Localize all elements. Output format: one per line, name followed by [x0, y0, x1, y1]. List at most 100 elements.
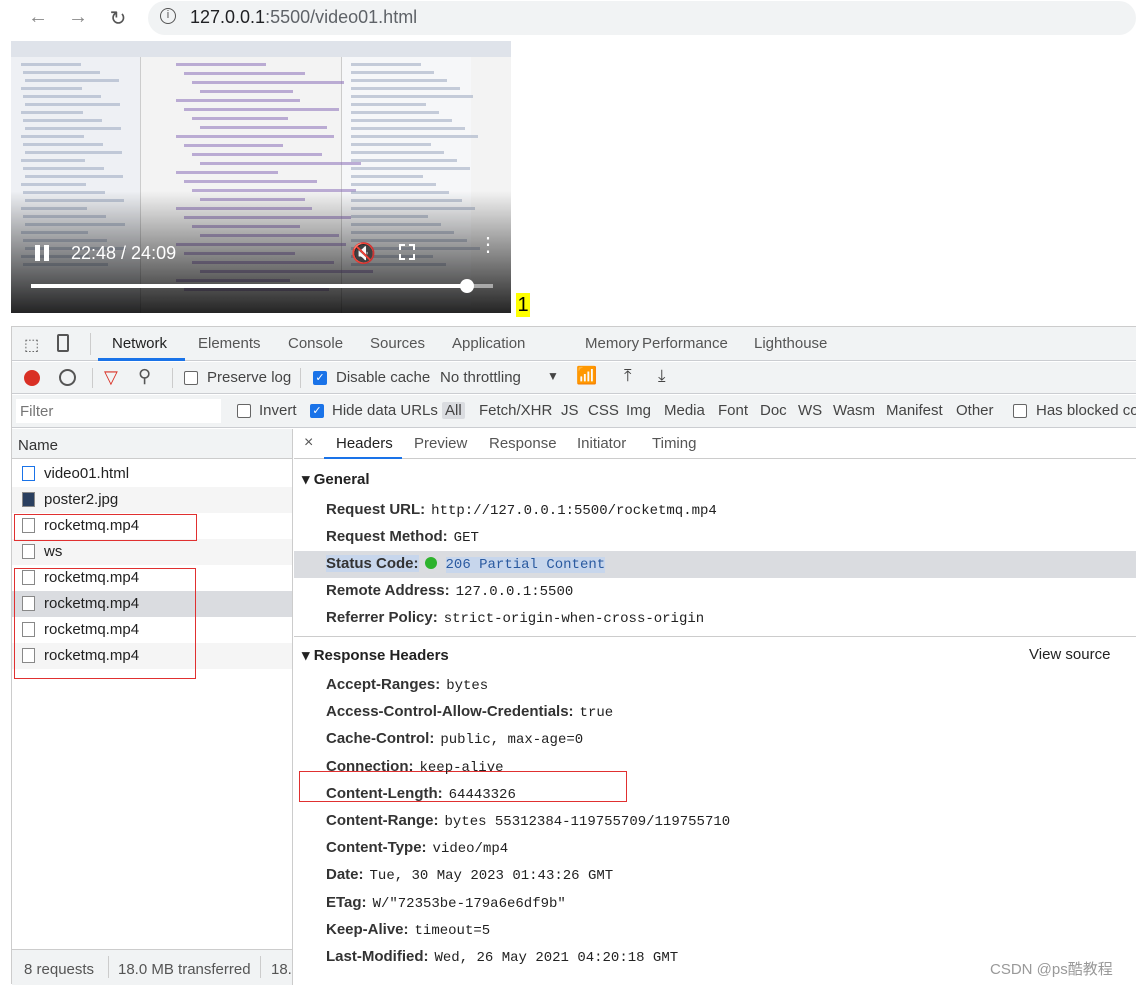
video-seek-bar[interactable] [31, 279, 493, 293]
header-key: Remote Address: [326, 582, 450, 599]
header-key: Status Code: [326, 555, 419, 572]
filter-type-font[interactable]: Font [718, 402, 748, 419]
filter-icon[interactable]: ▽ [104, 367, 118, 388]
general-row: Request Method: GET [326, 528, 479, 546]
video-time: 22:48 / 24:09 [71, 243, 177, 263]
filter-type-other[interactable]: Other [956, 402, 994, 419]
forward-icon[interactable]: → [66, 6, 90, 29]
devtools-tabbar: ⬚ Network Elements Console Sources Applicati… [12, 327, 1136, 361]
network-conditions-icon[interactable]: 📶 [576, 366, 597, 386]
throttling-select[interactable]: No throttling [440, 369, 521, 386]
header-key: Date: [326, 866, 364, 884]
filter-type-fetch-xhr[interactable]: Fetch/XHR [479, 402, 552, 419]
response-headers-toggle[interactable]: ▾ Response Headers [302, 646, 449, 664]
preserve-log-checkbox[interactable] [184, 371, 198, 385]
response-header-row: Content-Length: 64443326 [326, 785, 516, 803]
back-icon[interactable]: ← [26, 6, 50, 29]
header-key: Cache-Control: [326, 730, 435, 748]
response-header-row: Last-Modified: Wed, 26 May 2021 04:20:18 … [326, 948, 678, 966]
search-icon[interactable]: ⚲ [138, 366, 151, 387]
tab-network[interactable]: Network [112, 335, 167, 352]
header-value: Wed, 26 May 2021 04:20:18 GMT [434, 950, 679, 966]
tab-memory[interactable]: Memory [585, 335, 639, 352]
tab-performance[interactable]: Performance [642, 335, 728, 352]
general-row: Remote Address: 127.0.0.1:5500 [326, 582, 573, 600]
preserve-log-label: Preserve log [207, 369, 292, 386]
view-source-link[interactable]: View source [1029, 646, 1110, 663]
header-value: GET [453, 530, 479, 546]
url-path: :5500/video01.html [265, 7, 418, 27]
request-name: ws [44, 543, 63, 560]
filter-type-doc[interactable]: Doc [760, 402, 787, 419]
header-key: Request Method: [326, 528, 448, 545]
request-name: video01.html [44, 465, 130, 482]
clear-icon[interactable] [59, 369, 76, 386]
tab-application[interactable]: Application [452, 335, 525, 352]
header-value: keep-alive [419, 759, 504, 776]
response-header-row: Keep-Alive: timeout=5 [326, 921, 490, 939]
request-details: × Headers Preview Response Initiator Timing … [294, 429, 1136, 985]
hide-data-urls-checkbox[interactable]: ✓ [310, 404, 324, 418]
hide-data-urls-label: Hide data URLs [332, 402, 438, 419]
header-value: strict-origin-when-cross-origin [443, 611, 705, 627]
video-player[interactable]: 22:48 / 24:09 🔇 ⋮ [11, 41, 511, 313]
request-row[interactable]: video01.html [12, 461, 292, 487]
response-header-row: Access-Control-Allow-Credentials: true [326, 703, 613, 721]
header-value: Tue, 30 May 2023 01:43:26 GMT [369, 868, 614, 885]
tab-elements[interactable]: Elements [198, 335, 261, 352]
request-row[interactable]: ws [12, 539, 292, 565]
devtools-panel: ⬚ Network Elements Console Sources Applicati… [11, 326, 1136, 985]
general-section-toggle[interactable]: ▾ General [302, 470, 370, 488]
tab-console[interactable]: Console [288, 335, 343, 352]
fullscreen-icon[interactable] [399, 244, 415, 260]
filter-type-all[interactable]: All [442, 402, 465, 419]
detail-tab-initiator[interactable]: Initiator [577, 435, 626, 452]
resources-size: 18. [271, 961, 292, 978]
header-value: timeout=5 [414, 922, 491, 939]
device-toggle-icon[interactable] [57, 334, 69, 352]
filter-type-media[interactable]: Media [664, 402, 705, 419]
filter-type-manifest[interactable]: Manifest [886, 402, 943, 419]
name-column-header[interactable]: Name [12, 429, 292, 459]
pause-icon[interactable] [35, 245, 40, 261]
tab-lighthouse[interactable]: Lighthouse [754, 335, 827, 352]
header-key: Content-Type: [326, 839, 427, 857]
filter-type-css[interactable]: CSS [588, 402, 619, 419]
filter-type-img[interactable]: Img [626, 402, 651, 419]
file-icon [22, 544, 35, 559]
tab-sources[interactable]: Sources [370, 335, 425, 352]
mute-icon[interactable]: 🔇 [351, 241, 376, 266]
header-value: http://127.0.0.1:5500/rocketmq.mp4 [431, 503, 717, 519]
detail-tab-response[interactable]: Response [489, 435, 557, 452]
request-row[interactable]: poster2.jpg [12, 487, 292, 513]
inspect-icon[interactable]: ⬚ [24, 335, 39, 355]
annotation-badge: 1 [516, 293, 530, 317]
has-blocked-checkbox[interactable] [1013, 404, 1027, 418]
header-key: Content-Range: [326, 812, 439, 829]
disable-cache-checkbox[interactable]: ✓ [313, 371, 327, 385]
network-toolbar: ▽ ⚲ Preserve log ✓ Disable cache No thro… [12, 362, 1136, 394]
close-icon[interactable]: × [304, 434, 313, 452]
more-options-icon[interactable]: ⋮ [478, 235, 498, 255]
response-header-row: Date: Tue, 30 May 2023 01:43:26 GMT [326, 866, 613, 884]
dropdown-arrow-icon[interactable]: ▼ [547, 369, 559, 383]
filter-type-wasm[interactable]: Wasm [833, 402, 875, 419]
import-har-icon[interactable]: ⤒ [624, 366, 632, 386]
detail-tab-preview[interactable]: Preview [414, 435, 467, 452]
filter-input[interactable] [16, 399, 221, 423]
reload-icon[interactable]: ↻ [106, 6, 130, 31]
info-icon[interactable]: i [160, 8, 176, 24]
header-key: Keep-Alive: [326, 920, 409, 938]
export-har-icon[interactable]: ⤓ [658, 366, 666, 386]
disable-cache-label: Disable cache [336, 369, 431, 386]
browser-toolbar: ← → ↻ i 127.0.0.1:5500/video01.html [0, 0, 1136, 36]
invert-checkbox[interactable] [237, 404, 251, 418]
filter-type-js[interactable]: JS [561, 402, 579, 419]
url-text[interactable]: 127.0.0.1:5500/video01.html [190, 7, 417, 28]
record-icon[interactable] [24, 370, 40, 386]
header-value: W/"72353be-179a6e6df9b" [372, 895, 566, 912]
detail-tab-headers[interactable]: Headers [336, 435, 393, 452]
filter-type-ws[interactable]: WS [798, 402, 822, 419]
detail-tab-timing[interactable]: Timing [652, 435, 696, 452]
document-icon [22, 466, 35, 481]
